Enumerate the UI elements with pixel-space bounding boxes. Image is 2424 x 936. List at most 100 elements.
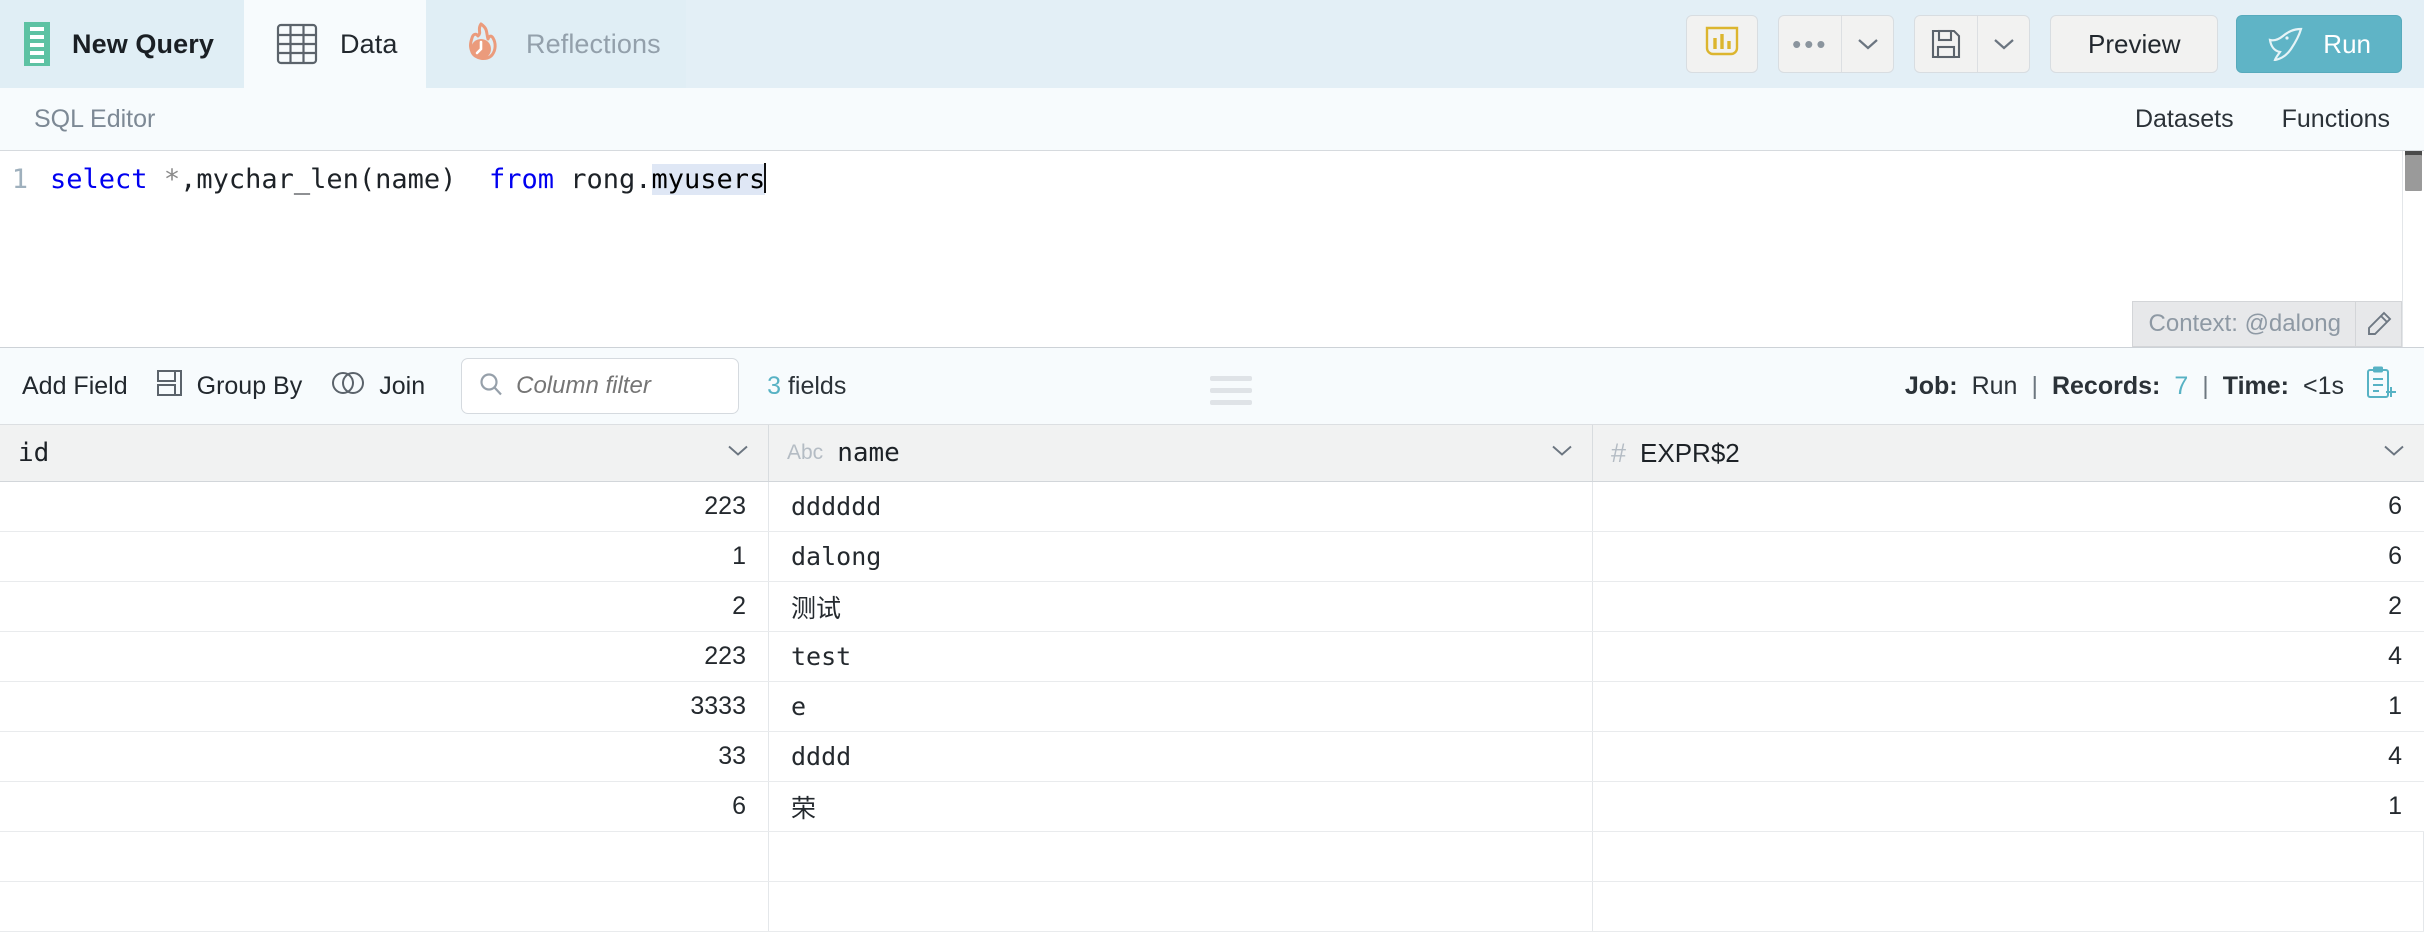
cell-name: dalong <box>769 532 1593 581</box>
cell-empty <box>1593 882 2424 931</box>
type-number-icon: # <box>1611 437 1627 468</box>
cell-id: 6 <box>0 782 769 831</box>
column-header-name[interactable]: Abc name <box>769 425 1593 481</box>
context-label: Context: @dalong <box>2148 310 2341 337</box>
cell-name: test <box>769 632 1593 681</box>
join-label: Join <box>379 371 426 400</box>
top-toolbar-actions: ••• Preview Run <box>1686 0 2424 88</box>
column-header-id-label: id <box>18 438 50 468</box>
cell-id: 2 <box>0 582 769 631</box>
line-number: 1 <box>11 164 28 195</box>
table-row[interactable]: 33 dddd 4 <box>0 732 2424 782</box>
group-by-button[interactable]: Group By <box>142 368 317 405</box>
sql-token-select: select <box>50 164 148 195</box>
tab-data[interactable]: Data <box>244 0 426 88</box>
query-status: Job: Run | Records: 7 | Time: <1s <box>1905 365 2398 408</box>
save-button[interactable] <box>1914 15 2031 73</box>
editor-vertical-scrollbar[interactable] <box>2402 151 2424 347</box>
time-value: <1s <box>2302 371 2344 400</box>
cell-expr: 4 <box>2388 742 2402 770</box>
sql-token-table-selected: myusers <box>651 164 766 195</box>
column-filter[interactable] <box>461 358 740 414</box>
table-row[interactable]: 3333 e 1 <box>0 682 2424 732</box>
cell-empty <box>0 832 769 881</box>
cell-id: 1 <box>0 532 769 581</box>
records-label: Records: <box>2051 371 2161 400</box>
time-label: Time: <box>2222 371 2289 400</box>
tab-reflections[interactable]: Reflections <box>426 0 686 88</box>
cell-empty <box>769 832 1593 881</box>
column-header-id[interactable]: id <box>0 425 769 481</box>
records-value: 7 <box>2174 371 2189 400</box>
clipboard-plus-icon[interactable] <box>2364 365 2398 408</box>
cell-expr: 1 <box>2388 692 2402 720</box>
sql-token-from: from <box>488 164 554 195</box>
sql-editor-title: SQL Editor <box>34 104 156 133</box>
sql-code-line[interactable]: 1 select *,mychar_len(name) from rong.my… <box>0 151 2424 197</box>
scrollbar-thumb[interactable] <box>2405 155 2422 191</box>
cell-id: 223 <box>0 632 769 681</box>
sql-editor[interactable]: 1 select *,mychar_len(name) from rong.my… <box>0 150 2424 348</box>
cell-name: 荣 <box>769 782 1593 831</box>
ellipsis-icon[interactable]: ••• <box>1779 16 1841 72</box>
resize-grip-icon[interactable] <box>1210 376 1252 412</box>
cell-expr: 6 <box>2388 492 2402 520</box>
functions-link[interactable]: Functions <box>2282 105 2390 134</box>
cell-empty <box>0 882 769 931</box>
cell-empty <box>769 882 1593 931</box>
cell-name: dddd <box>769 732 1593 781</box>
cell-name: dddddd <box>769 482 1593 531</box>
text-cursor <box>764 163 767 193</box>
table-row[interactable]: 223 dddddd 6 <box>0 482 2424 532</box>
search-icon <box>478 371 504 402</box>
table-row[interactable]: 6 荣 1 <box>0 782 2424 832</box>
table-row[interactable]: 2 测试 2 <box>0 582 2424 632</box>
sql-token-star: * <box>163 164 181 195</box>
dolphin-icon <box>2261 21 2305 68</box>
datasets-link[interactable]: Datasets <box>2135 105 2234 134</box>
preview-button[interactable]: Preview <box>2050 15 2219 73</box>
query-icon <box>24 22 50 66</box>
context-chip[interactable]: Context: @dalong <box>2131 301 2402 347</box>
run-button[interactable]: Run <box>2236 15 2402 73</box>
table-row[interactable]: 1 dalong 6 <box>0 532 2424 582</box>
bar-chart-button[interactable] <box>1686 15 1759 73</box>
chevron-down-icon[interactable] <box>1550 444 1574 463</box>
chevron-down-icon[interactable] <box>1977 16 2029 72</box>
chevron-down-icon[interactable] <box>726 444 750 463</box>
cell-id: 33 <box>0 732 769 781</box>
table-row-empty <box>0 832 2424 882</box>
type-abc-icon: Abc <box>787 441 824 464</box>
grid-body: 223 dddddd 6 1 dalong 6 2 测试 2 223 test … <box>0 482 2424 932</box>
column-header-expr2[interactable]: # EXPR$2 <box>1593 425 2424 481</box>
tab-data-label: Data <box>340 28 398 59</box>
tab-reflections-label: Reflections <box>526 28 661 59</box>
cell-expr: 4 <box>2388 642 2402 670</box>
sql-token-space <box>148 164 164 195</box>
group-by-label: Group By <box>196 371 303 400</box>
chevron-down-icon[interactable] <box>1841 16 1893 72</box>
join-button[interactable]: Join <box>316 370 439 403</box>
cell-expr: 1 <box>2388 792 2402 820</box>
table-row[interactable]: 223 test 4 <box>0 632 2424 682</box>
sql-token-expr: ,mychar_len(name) <box>180 164 489 195</box>
cell-name: 测试 <box>769 582 1593 631</box>
cell-expr: 6 <box>2388 542 2402 570</box>
results-toolbar: Add Field Group By Join Column filter 3 … <box>0 348 2424 424</box>
tab-new-query[interactable]: New Query <box>0 0 244 88</box>
sql-code-text[interactable]: select *,mychar_len(name) from rong.myus… <box>50 163 767 197</box>
column-filter-input[interactable] <box>516 372 723 400</box>
pencil-icon[interactable] <box>2355 302 2401 346</box>
fields-count: 3 fields <box>767 372 846 401</box>
status-separator-1: | <box>2031 371 2038 400</box>
column-header-expr2-label: EXPR$2 <box>1640 437 1740 468</box>
floppy-disk-icon[interactable] <box>1915 16 1977 72</box>
add-field-label: Add Field <box>22 371 128 400</box>
status-separator-2: | <box>2202 371 2209 400</box>
cell-id: 3333 <box>0 682 769 731</box>
chevron-down-icon[interactable] <box>2382 444 2406 463</box>
editor-header-links: Datasets Functions <box>2135 105 2390 134</box>
column-header-name-label: name <box>837 438 900 468</box>
more-options-button[interactable]: ••• <box>1778 15 1895 73</box>
add-field-button[interactable]: Add Field <box>8 372 142 401</box>
